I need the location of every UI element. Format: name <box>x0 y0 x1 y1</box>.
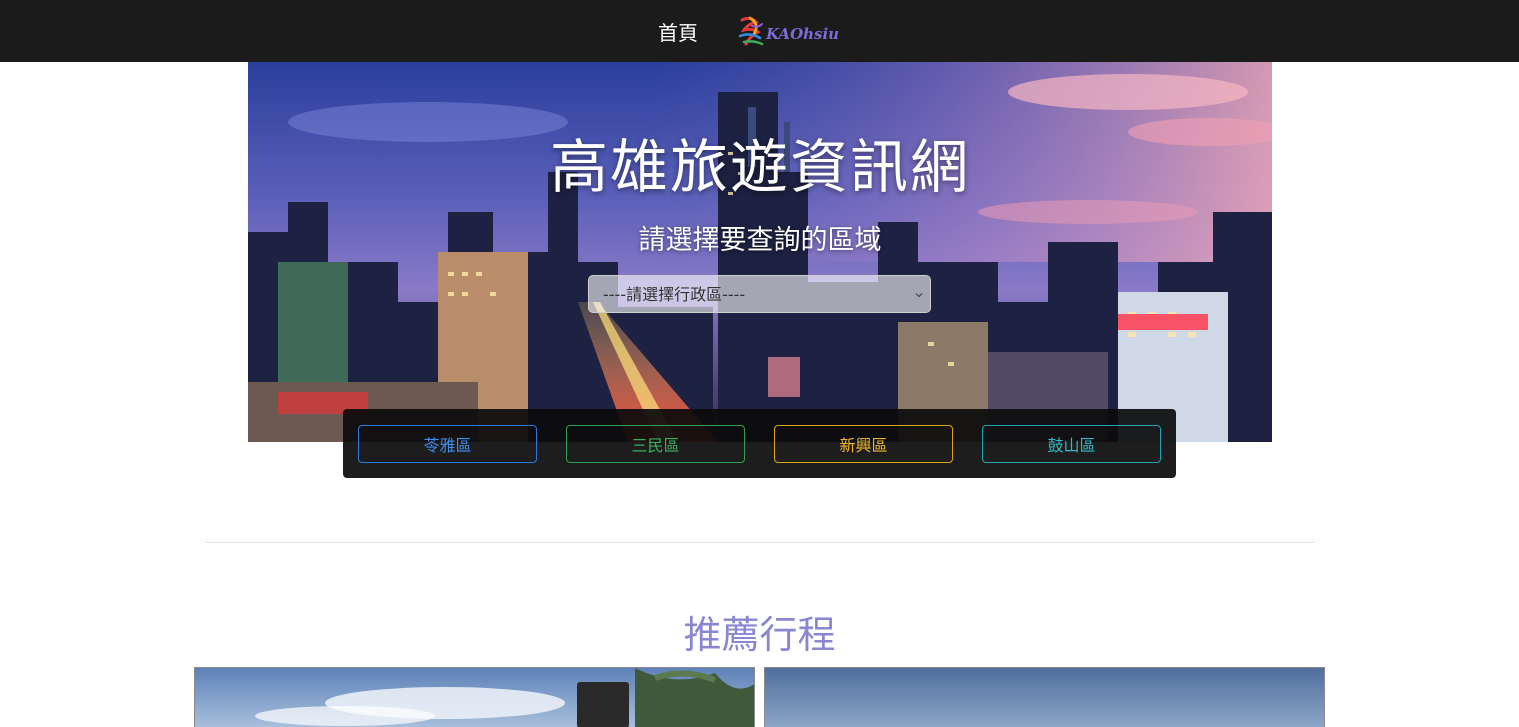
recommend-card[interactable] <box>194 667 755 727</box>
district-button-bar: 苓雅區 三民區 新興區 鼓山區 <box>343 409 1176 478</box>
district-button-xinxing[interactable]: 新興區 <box>774 425 953 463</box>
recommend-card-photo <box>765 668 1324 727</box>
section-divider <box>205 542 1315 543</box>
hero-banner: 高雄旅遊資訊網 請選擇要查詢的區域 ----請選擇行政區---- <box>248 62 1272 442</box>
recommend-card-photo <box>195 668 754 727</box>
district-button-sanmin[interactable]: 三民區 <box>566 425 745 463</box>
hero-title: 高雄旅遊資訊網 <box>549 133 970 201</box>
recommend-title: 推薦行程 <box>683 613 836 657</box>
logo-wordmark: KAOhsiung <box>765 25 840 43</box>
kaohsiung-logo[interactable]: KAOhsiung <box>736 14 840 50</box>
district-button-lingya[interactable]: 苓雅區 <box>358 425 537 463</box>
recommend-card[interactable] <box>764 667 1325 727</box>
district-button-gushan[interactable]: 鼓山區 <box>982 425 1161 463</box>
district-select[interactable]: ----請選擇行政區---- <box>588 275 931 313</box>
hero-subtitle: 請選擇要查詢的區域 <box>638 225 882 256</box>
logo-mark-icon <box>738 16 764 46</box>
nav-home-link[interactable]: 首頁 <box>658 20 698 46</box>
top-navbar: 首頁 KAOhsiung <box>0 0 1519 62</box>
